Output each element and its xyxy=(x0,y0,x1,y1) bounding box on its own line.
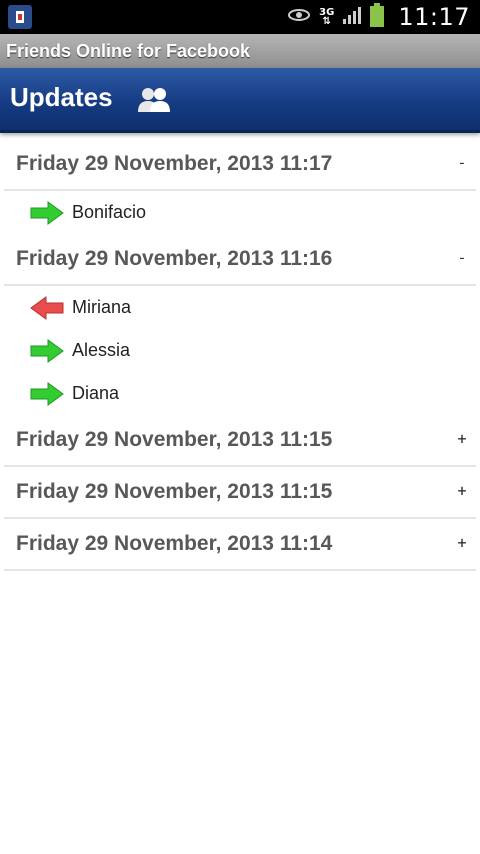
updates-list: Friday 29 November, 2013 11:17 - Bonifac… xyxy=(0,139,480,571)
expand-icon[interactable]: + xyxy=(454,429,470,448)
action-bar: Updates xyxy=(0,68,480,133)
online-arrow-icon xyxy=(30,339,64,363)
friend-row[interactable]: Miriana xyxy=(0,286,480,329)
friend-name: Bonifacio xyxy=(72,202,147,222)
expand-icon[interactable]: + xyxy=(454,481,470,500)
group-header[interactable]: Friday 29 November, 2013 11:16 - xyxy=(4,234,476,286)
expand-icon[interactable]: + xyxy=(454,533,470,552)
group-date: Friday 29 November, 2013 11:15 xyxy=(16,480,333,503)
status-bar: 3G ⇅ 11:17 xyxy=(0,0,480,34)
friend-row[interactable]: Diana xyxy=(0,372,480,415)
group-header[interactable]: Friday 29 November, 2013 11:17 - xyxy=(4,139,476,191)
group-date: Friday 29 November, 2013 11:16 xyxy=(16,247,333,270)
group-header[interactable]: Friday 29 November, 2013 11:15 + xyxy=(4,467,476,519)
clock: 11:17 xyxy=(398,3,470,31)
app-title-bar: Friends Online for Facebook xyxy=(0,34,480,68)
group-date: Friday 29 November, 2013 11:14 xyxy=(16,532,333,555)
friend-row[interactable]: Bonifacio xyxy=(0,191,480,234)
offline-arrow-icon xyxy=(30,296,64,320)
signal-icon xyxy=(342,5,362,29)
friend-name: Diana xyxy=(72,383,120,403)
app-icon xyxy=(8,5,32,29)
online-arrow-icon xyxy=(30,201,64,225)
friend-name: Alessia xyxy=(72,340,131,360)
3g-icon: 3G ⇅ xyxy=(319,7,335,27)
online-arrow-icon xyxy=(30,382,64,406)
eye-icon xyxy=(287,7,311,27)
page-title[interactable]: Updates xyxy=(10,82,113,113)
collapse-icon[interactable]: - xyxy=(454,153,470,172)
friend-row[interactable]: Alessia xyxy=(0,329,480,372)
battery-icon xyxy=(370,3,385,31)
collapse-icon[interactable]: - xyxy=(454,248,470,267)
group-header[interactable]: Friday 29 November, 2013 11:15 + xyxy=(4,415,476,467)
group-date: Friday 29 November, 2013 11:17 xyxy=(16,152,333,175)
group-date: Friday 29 November, 2013 11:15 xyxy=(16,428,333,451)
friend-name: Miriana xyxy=(72,297,132,317)
group-header[interactable]: Friday 29 November, 2013 11:14 + xyxy=(4,519,476,571)
friends-icon[interactable] xyxy=(136,86,172,114)
